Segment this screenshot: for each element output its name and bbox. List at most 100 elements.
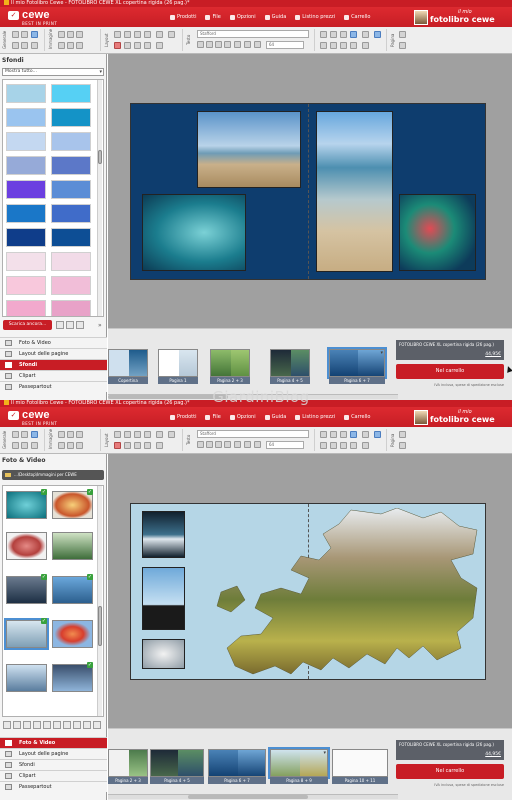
photo-thumbnail[interactable]	[6, 576, 47, 604]
folder-path[interactable]: ...\Desktop\Immagini per CEWE	[2, 470, 104, 480]
photo-thumbnail[interactable]	[52, 491, 93, 519]
group-button[interactable]	[144, 431, 151, 438]
photobook-spread[interactable]	[130, 103, 486, 280]
page-thumbnail[interactable]	[270, 349, 310, 377]
menu-file[interactable]: File	[205, 413, 221, 422]
menu-products[interactable]: Prodotti	[170, 413, 196, 422]
photo-person-silhouette[interactable]	[142, 567, 185, 630]
ungroup-button[interactable]	[144, 442, 151, 449]
nav-clipart[interactable]: Clipart	[0, 370, 107, 381]
sort-button[interactable]	[3, 721, 11, 729]
lock-button[interactable]	[168, 431, 175, 438]
photo-thumbnail[interactable]	[52, 620, 93, 648]
background-swatch[interactable]	[6, 300, 46, 316]
font-select[interactable]: Stafford	[197, 430, 309, 438]
delete-button[interactable]	[21, 442, 28, 449]
background-swatch[interactable]	[51, 108, 91, 127]
save-button[interactable]	[12, 42, 19, 49]
page-add-button[interactable]	[399, 431, 406, 438]
photo-thumbnail-selected[interactable]	[4, 618, 49, 650]
settings-button[interactable]	[31, 442, 38, 449]
background-swatch[interactable]	[6, 204, 46, 223]
page-thumbnail[interactable]	[210, 349, 250, 377]
mirror-button[interactable]	[76, 431, 83, 438]
nav-passepartout[interactable]: Passepartout	[0, 781, 107, 792]
grid-view-button[interactable]	[23, 721, 31, 729]
text-align-button[interactable]	[234, 441, 241, 448]
photo-coral-reef[interactable]	[399, 194, 476, 271]
font-color-button[interactable]	[197, 41, 204, 48]
add-frame-button[interactable]	[340, 442, 347, 449]
menu-options[interactable]: Opzioni	[229, 413, 256, 422]
photo-thumbnail[interactable]	[6, 491, 47, 519]
add-text-button[interactable]	[330, 431, 337, 438]
text-align-button[interactable]	[234, 41, 241, 48]
lock-button[interactable]	[168, 31, 175, 38]
photo-thumbnail[interactable]	[52, 532, 93, 560]
info-button[interactable]	[63, 721, 71, 729]
background-swatch[interactable]	[6, 180, 46, 199]
shadow-button[interactable]	[76, 42, 83, 49]
photo-swans[interactable]	[142, 639, 185, 669]
preview-button[interactable]	[31, 431, 38, 438]
undo-button[interactable]	[12, 431, 19, 438]
text-rotate-button[interactable]	[254, 441, 261, 448]
font-size-select[interactable]: 64	[266, 441, 304, 449]
menu-price-list[interactable]: Listino prezzi	[295, 13, 335, 22]
save-button[interactable]	[12, 442, 19, 449]
background-filter-select[interactable]: Mostra tutto...	[2, 68, 104, 76]
font-size-select[interactable]: 64	[266, 41, 304, 49]
nav-photos-videos[interactable]: Foto & Video	[0, 737, 107, 748]
mirror-button[interactable]	[76, 31, 83, 38]
bold-button[interactable]	[206, 441, 213, 448]
send-back-button[interactable]	[134, 442, 141, 449]
group-button[interactable]	[144, 31, 151, 38]
add-clipart-button[interactable]	[340, 431, 347, 438]
redo-button[interactable]	[21, 431, 28, 438]
product-price[interactable]: 44,95€	[485, 752, 501, 757]
font-color-button[interactable]	[197, 441, 204, 448]
page-thumbnail[interactable]	[108, 749, 148, 777]
add-map-button[interactable]	[350, 431, 357, 438]
send-back-button[interactable]	[134, 42, 141, 49]
bring-front-button[interactable]	[134, 31, 141, 38]
background-swatch[interactable]	[51, 156, 91, 175]
more-button[interactable]	[93, 721, 101, 729]
page-paste-button[interactable]	[362, 442, 369, 449]
align-center-button[interactable]	[124, 31, 131, 38]
underline-button[interactable]	[224, 41, 231, 48]
add-photo-button[interactable]	[320, 431, 327, 438]
add-calendar-button[interactable]	[320, 42, 327, 49]
add-line-button[interactable]	[350, 442, 357, 449]
menu-help[interactable]: Guida	[264, 413, 286, 422]
filter-button[interactable]	[66, 321, 74, 329]
arrange-button[interactable]	[114, 442, 121, 449]
product-price[interactable]: 44,95€	[485, 352, 501, 357]
background-swatch[interactable]	[6, 252, 46, 271]
undo-button[interactable]	[12, 31, 19, 38]
background-swatch[interactable]	[51, 204, 91, 223]
filter-button[interactable]	[13, 721, 21, 729]
nav-photos-videos[interactable]: Foto & Video	[0, 337, 107, 348]
font-select[interactable]: Stafford	[197, 30, 309, 38]
add-frame-button[interactable]	[340, 42, 347, 49]
add-to-cart-button[interactable]: Nel carrello	[396, 364, 504, 379]
background-swatch[interactable]	[6, 84, 46, 103]
background-swatch[interactable]	[51, 180, 91, 199]
align-left-button[interactable]	[114, 431, 121, 438]
nav-clipart[interactable]: Clipart	[0, 770, 107, 781]
download-more-button[interactable]: Scarica ancora...	[3, 320, 52, 330]
frame-button[interactable]	[67, 442, 74, 449]
add-shape-button[interactable]	[330, 442, 337, 449]
swatch-scrollbar[interactable]	[97, 80, 102, 316]
shadow-button[interactable]	[76, 442, 83, 449]
menu-cart[interactable]: Carrello	[344, 413, 370, 422]
photo-thumbnail[interactable]	[52, 576, 93, 604]
menu-options[interactable]: Opzioni	[229, 13, 256, 22]
globe-button[interactable]	[374, 431, 381, 438]
frame-button[interactable]	[67, 42, 74, 49]
add-to-cart-button[interactable]: Nel carrello	[396, 764, 504, 779]
photo-thumbnail[interactable]	[6, 532, 47, 560]
align-left-button[interactable]	[114, 31, 121, 38]
photo-seashore[interactable]	[316, 111, 393, 272]
